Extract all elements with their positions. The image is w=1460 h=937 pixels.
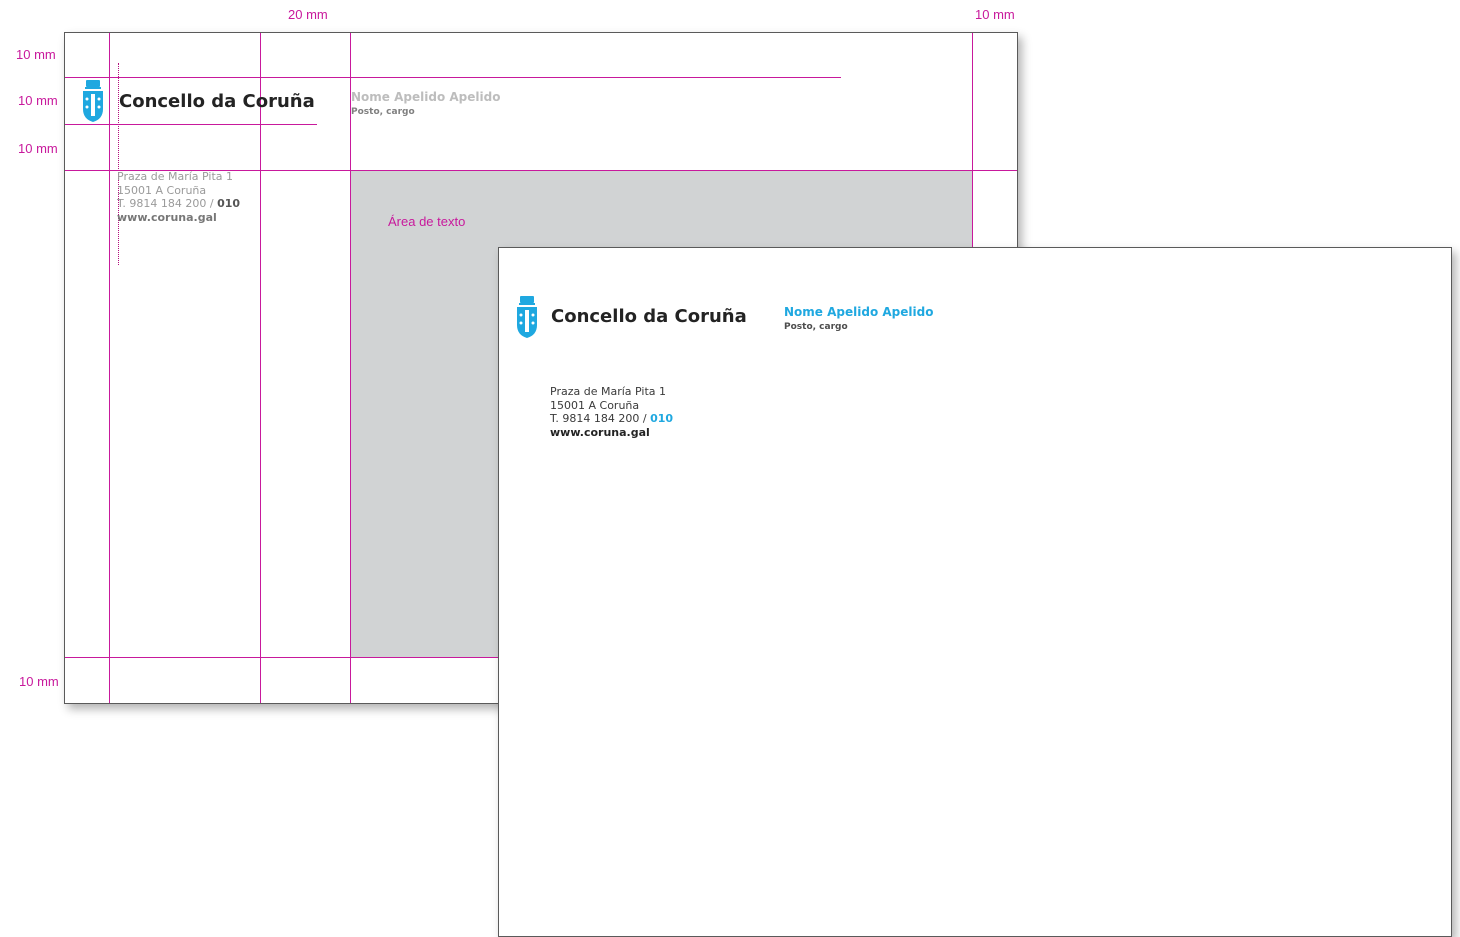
address-line: Praza de María Pita 1 [117, 170, 234, 183]
guide-line-horizontal [65, 124, 317, 125]
dimension-label-left-1: 10 mm [16, 47, 56, 62]
phone-number: T. 9814 184 200 / [550, 412, 651, 425]
guide-line-vertical [350, 33, 351, 703]
guide-line-horizontal [65, 77, 841, 78]
dimension-label-top-left: 20 mm [288, 7, 328, 22]
dimension-label-top-right: 10 mm [975, 7, 1015, 22]
phone-line: T. 9814 184 200 / 010 [550, 412, 673, 426]
dimension-label-left-2: 10 mm [18, 93, 58, 108]
phone-number: T. 9814 184 200 / [117, 197, 218, 210]
guide-line-vertical [260, 33, 261, 703]
person-name: Nome Apelido Apelido [351, 90, 501, 104]
letterhead-sheet: Concello da Coruña Nome Apelido Apelido … [498, 247, 1452, 937]
dimension-label-left-bottom: 10 mm [19, 674, 59, 689]
coat-of-arms-icon [83, 80, 103, 122]
address-block: Praza de María Pita 1 15001 A Coruña T. … [117, 170, 240, 224]
brand-name: Concello da Coruña [551, 306, 747, 327]
brand-name: Concello da Coruña [119, 91, 315, 112]
phone-short-number: 010 [217, 197, 241, 210]
person-name: Nome Apelido Apelido [784, 305, 934, 319]
phone-short-number: 010 [650, 412, 674, 425]
address-block: Praza de María Pita 1 15001 A Coruña T. … [550, 385, 673, 439]
guide-line-vertical [109, 33, 110, 703]
dimension-label-left-3: 10 mm [18, 141, 58, 156]
website-link: www.coruna.gal [550, 425, 650, 439]
website-link: www.coruna.gal [117, 210, 217, 224]
person-role: Posto, cargo [351, 107, 415, 117]
address-line: 15001 A Coruña [117, 183, 207, 197]
address-line: 15001 A Coruña [550, 398, 640, 412]
phone-line: T. 9814 184 200 / 010 [117, 197, 240, 211]
person-role: Posto, cargo [784, 322, 848, 332]
address-line: Praza de María Pita 1 [550, 385, 667, 398]
coat-of-arms-icon [517, 296, 537, 338]
text-area-label: Área de texto [388, 214, 466, 229]
